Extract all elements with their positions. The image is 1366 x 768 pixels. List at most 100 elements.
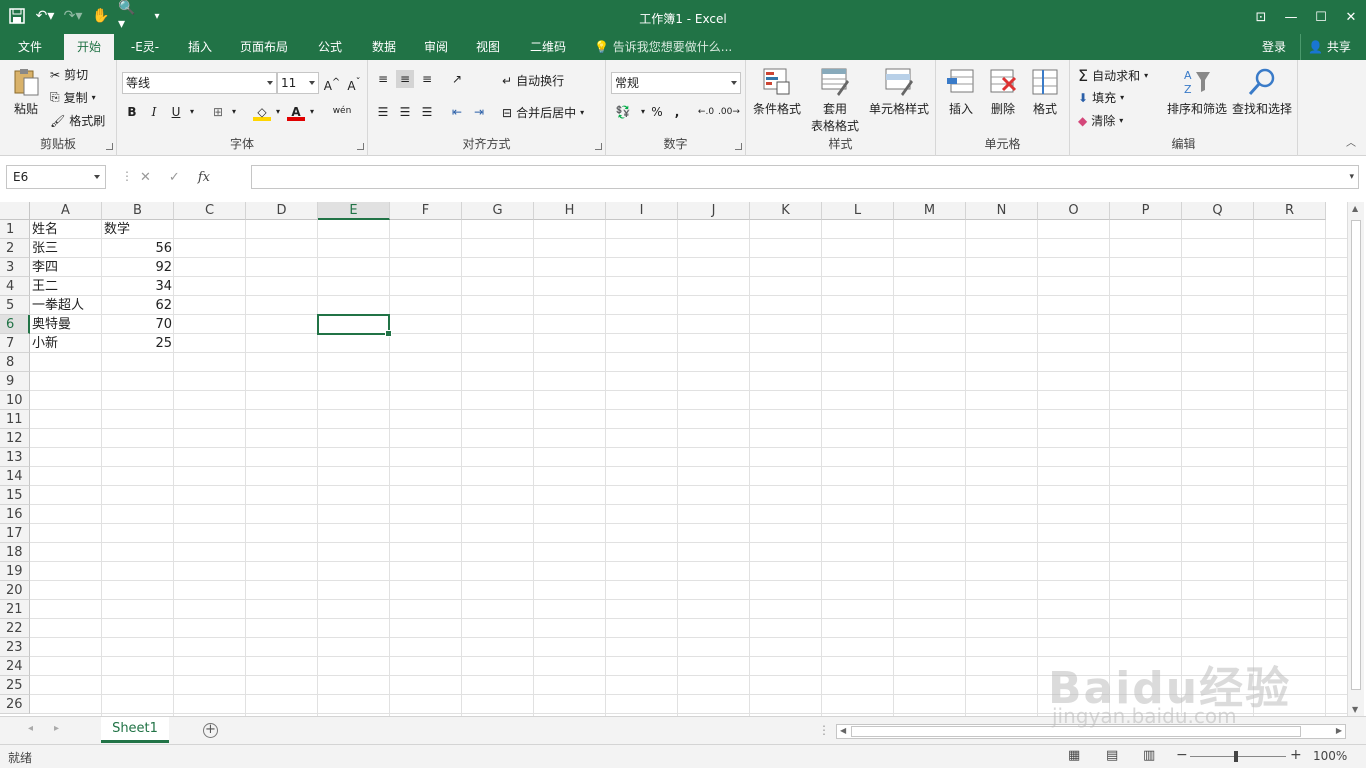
orientation-icon[interactable]: ↗ [448, 70, 466, 88]
add-sheet-icon[interactable]: + [203, 723, 218, 738]
zoom-slider[interactable] [1190, 756, 1286, 757]
accounting-icon[interactable]: 💱 [612, 103, 634, 121]
name-box[interactable]: E6 [6, 165, 106, 189]
column-header[interactable]: I [606, 202, 678, 220]
enter-icon[interactable]: ✓ [169, 170, 180, 185]
tab-review[interactable]: 审阅 [412, 34, 460, 60]
decrease-font-icon[interactable]: Aˇ [345, 74, 363, 93]
align-left-icon[interactable]: ☰ [374, 103, 392, 121]
close-icon[interactable]: ✕ [1336, 0, 1366, 34]
chevron-down-icon[interactable]: ▾ [303, 103, 321, 121]
column-header[interactable]: Q [1182, 202, 1254, 220]
tab-formulas[interactable]: 公式 [306, 34, 354, 60]
tab-data[interactable]: 数据 [360, 34, 408, 60]
font-size-select[interactable]: 11 [277, 72, 319, 94]
column-header[interactable]: B [102, 202, 174, 220]
row-header[interactable]: 15 [0, 486, 30, 505]
decrease-indent-icon[interactable]: ⇤ [448, 103, 466, 121]
column-header[interactable]: E [318, 202, 390, 220]
row-header[interactable]: 14 [0, 467, 30, 486]
table-cell[interactable]: 张三 [30, 239, 102, 258]
next-sheet-icon[interactable]: ▸ [54, 723, 59, 734]
column-header[interactable]: F [390, 202, 462, 220]
row-header[interactable]: 4 [0, 277, 30, 296]
clear-button[interactable]: ◆ 清除 ▾ [1078, 112, 1123, 129]
scroll-left-icon[interactable]: ◀ [840, 726, 846, 735]
table-cell[interactable]: 李四 [30, 258, 102, 277]
tab-page-layout[interactable]: 页面布局 [232, 34, 296, 60]
tab-view[interactable]: 视图 [464, 34, 512, 60]
insert-function-icon[interactable]: fx [198, 170, 210, 185]
table-cell[interactable]: 姓名 [30, 220, 102, 239]
row-header[interactable]: 11 [0, 410, 30, 429]
align-top-icon[interactable]: ≡ [374, 70, 392, 88]
bold-button[interactable]: B [123, 103, 141, 121]
row-header[interactable]: 9 [0, 372, 30, 391]
increase-decimal-icon[interactable]: ←.0 [696, 103, 716, 121]
chevron-down-icon[interactable]: ▾ [183, 103, 201, 121]
table-cell[interactable]: 56 [102, 239, 174, 258]
row-header[interactable]: 6 [0, 315, 30, 334]
number-format-select[interactable]: 常规 [611, 72, 741, 94]
column-header[interactable]: D [246, 202, 318, 220]
table-cell[interactable]: 25 [102, 334, 174, 353]
maximize-icon[interactable]: ☐ [1306, 0, 1336, 34]
tab-split-grip-icon[interactable]: ⋮ [818, 723, 830, 737]
column-header[interactable]: K [750, 202, 822, 220]
chevron-down-icon[interactable]: ▾ [225, 103, 243, 121]
zoom-level[interactable]: 100% [1313, 749, 1347, 763]
increase-font-icon[interactable]: A^ [323, 74, 341, 93]
select-all-corner[interactable] [0, 202, 30, 220]
row-header[interactable]: 3 [0, 258, 30, 277]
zoom-slider-thumb[interactable] [1234, 751, 1238, 762]
column-header[interactable]: H [534, 202, 606, 220]
tab-qrcode[interactable]: 二维码 [520, 34, 576, 60]
normal-view-icon[interactable]: ▦ [1068, 748, 1080, 763]
phonetic-icon[interactable]: wén [329, 102, 355, 120]
align-center-icon[interactable]: ☰ [396, 103, 414, 121]
align-bottom-icon[interactable]: ≡ [418, 70, 436, 88]
row-header[interactable]: 10 [0, 391, 30, 410]
scroll-down-icon[interactable]: ▼ [1352, 705, 1358, 714]
row-header[interactable]: 8 [0, 353, 30, 372]
tab-file[interactable]: 文件 [8, 34, 52, 60]
sheet-tab[interactable]: Sheet1 [101, 717, 169, 743]
paste-button[interactable]: 粘贴 [8, 66, 44, 117]
row-header[interactable]: 7 [0, 334, 30, 353]
table-cell[interactable]: 92 [102, 258, 174, 277]
dialog-launcher-icon[interactable] [595, 143, 602, 150]
tell-me-search[interactable]: 💡 告诉我您想要做什么... [594, 34, 732, 60]
page-layout-view-icon[interactable]: ▤ [1106, 748, 1118, 763]
copy-button[interactable]: ⎘ 复制 ▾ [50, 89, 96, 106]
decrease-decimal-icon[interactable]: .00→ [718, 103, 740, 121]
row-header[interactable]: 24 [0, 657, 30, 676]
comma-button[interactable]: , [668, 103, 686, 121]
percent-button[interactable]: % [648, 103, 666, 121]
table-cell[interactable]: 小新 [30, 334, 102, 353]
tab-home[interactable]: 开始 [64, 34, 114, 60]
cancel-icon[interactable]: ✕ [140, 170, 151, 185]
chevron-down-icon[interactable]: ▾ [1349, 172, 1354, 182]
italic-button[interactable]: I [145, 103, 163, 121]
align-right-icon[interactable]: ☰ [418, 103, 436, 121]
login-link[interactable]: 登录 [1262, 34, 1286, 60]
column-header[interactable]: P [1110, 202, 1182, 220]
ribbon-display-options-icon[interactable]: ⊡ [1246, 0, 1276, 34]
fill-button[interactable]: ⬇ 填充 ▾ [1078, 89, 1124, 106]
share-button[interactable]: 👤 共享 [1300, 34, 1358, 60]
autosum-button[interactable]: Σ 自动求和 ▾ [1078, 66, 1148, 85]
find-select-button[interactable]: 查找和选择 [1230, 66, 1294, 117]
align-middle-icon[interactable]: ≡ [396, 70, 414, 88]
prev-sheet-icon[interactable]: ◂ [28, 723, 33, 734]
merge-center-button[interactable]: ⊟ 合并后居中 ▾ [502, 104, 584, 121]
row-header[interactable]: 22 [0, 619, 30, 638]
scroll-up-icon[interactable]: ▲ [1352, 204, 1358, 213]
table-cell[interactable]: 一拳超人 [30, 296, 102, 315]
cut-button[interactable]: ✂ 剪切 [50, 66, 88, 83]
table-cell[interactable]: 王二 [30, 277, 102, 296]
column-header[interactable]: C [174, 202, 246, 220]
sort-filter-button[interactable]: AZ 排序和筛选 [1166, 66, 1228, 117]
chevron-down-icon[interactable]: ▾ [269, 103, 287, 121]
wrap-text-button[interactable]: ↵ 自动换行 [502, 72, 564, 89]
tab-e-ling[interactable]: -E灵- [120, 34, 170, 60]
